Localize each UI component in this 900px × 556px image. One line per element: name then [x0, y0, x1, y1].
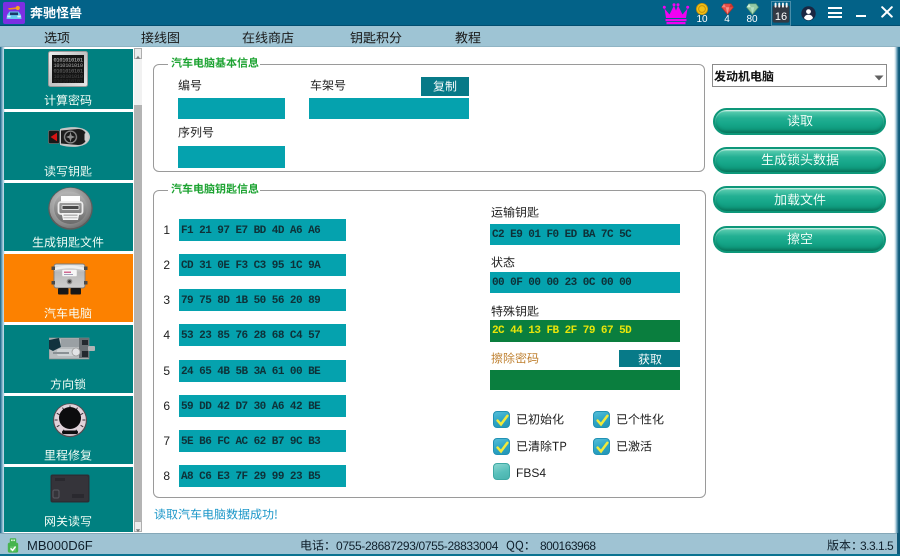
svg-text:0101010101: 0101010101 [54, 79, 83, 85]
